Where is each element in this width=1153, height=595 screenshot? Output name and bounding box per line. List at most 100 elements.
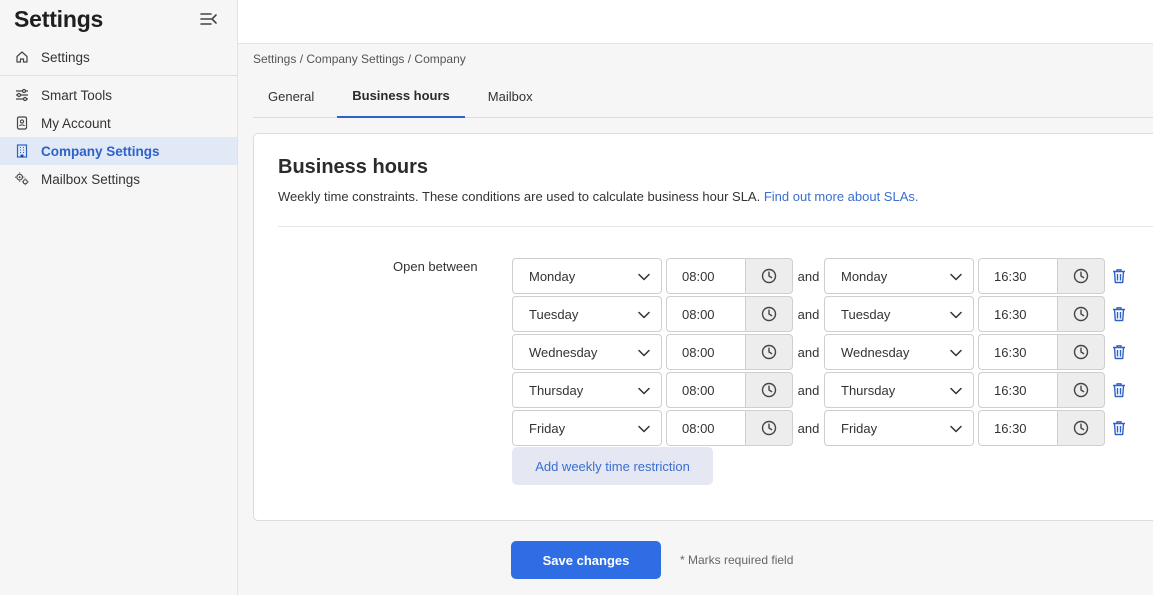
and-label: and [797,306,820,322]
start-time-input[interactable] [666,410,745,446]
clock-icon[interactable] [745,296,793,332]
clock-icon[interactable] [1057,372,1105,408]
tab-mailbox[interactable]: Mailbox [473,74,548,118]
start-day-value: Tuesday [529,306,579,322]
chevron-down-icon [638,383,650,398]
start-day-select[interactable]: Tuesday [512,296,662,332]
end-time-picker [978,410,1105,446]
chevron-down-icon [638,307,650,322]
end-day-select[interactable]: Wednesday [824,334,974,370]
chevron-down-icon [950,421,962,436]
tab-general[interactable]: General [253,74,329,118]
end-time-input[interactable] [978,372,1057,408]
clock-icon[interactable] [1057,410,1105,446]
and-label: and [797,344,820,360]
required-field-note: * Marks required field [680,553,794,567]
sidebar-item-company-settings[interactable]: Company Settings [0,137,237,165]
collapse-sidebar-icon[interactable] [199,9,219,29]
chevron-down-icon [950,269,962,284]
end-day-select[interactable]: Friday [824,410,974,446]
trash-icon[interactable] [1107,296,1131,332]
add-time-restriction-button[interactable]: Add weekly time restriction [512,447,713,485]
chevron-down-icon [638,421,650,436]
trash-icon[interactable] [1107,410,1131,446]
and-label: and [797,420,820,436]
tab-business-hours[interactable]: Business hours [337,74,465,118]
start-time-input[interactable] [666,372,745,408]
start-time-input[interactable] [666,334,745,370]
start-time-picker [666,410,793,446]
start-day-select[interactable]: Thursday [512,372,662,408]
end-day-select[interactable]: Monday [824,258,974,294]
sidebar-title: Settings [14,5,104,32]
top-bar [238,0,1153,44]
trash-icon[interactable] [1107,372,1131,408]
description-text: Weekly time constraints. These condition… [278,189,764,204]
clock-icon[interactable] [1057,334,1105,370]
sidebar-item-label: My Account [41,115,111,131]
start-day-select[interactable]: Friday [512,410,662,446]
end-time-input[interactable] [978,334,1057,370]
time-restriction-rows: Monday and Monday Tuesday and Tuesday Wednesda… [512,257,1131,447]
sidebar-item-label: Smart Tools [41,87,113,103]
end-time-picker [978,334,1105,370]
start-time-input[interactable] [666,296,745,332]
clock-icon[interactable] [745,334,793,370]
clock-icon[interactable] [745,410,793,446]
clock-icon[interactable] [745,372,793,408]
sidebar-item-mailbox-settings[interactable]: Mailbox Settings [0,165,237,193]
clock-icon[interactable] [1057,258,1105,294]
tab-bar: General Business hours Mailbox [253,74,1153,118]
sidebar-item-smart-tools[interactable]: Smart Tools [0,81,237,109]
start-day-value: Thursday [529,382,584,398]
clock-icon[interactable] [1057,296,1105,332]
end-day-select[interactable]: Tuesday [824,296,974,332]
card-title: Business hours [278,156,429,178]
start-time-picker [666,258,793,294]
time-restriction-row: Friday and Friday [512,409,1131,447]
sidebar-item-label: Settings [41,49,90,65]
end-day-value: Monday [841,268,888,284]
and-label: and [797,268,820,284]
start-time-picker [666,334,793,370]
gears-icon [15,172,29,186]
save-button[interactable]: Save changes [511,541,661,579]
end-time-picker [978,296,1105,332]
card-description: Weekly time constraints. These condition… [278,189,919,204]
main-content: Settings / Company Settings / Company Ge… [238,44,1153,595]
end-time-input[interactable] [978,258,1057,294]
end-time-input[interactable] [978,410,1057,446]
start-time-picker [666,372,793,408]
sidebar-item-label: Mailbox Settings [41,171,141,187]
start-day-value: Monday [529,268,576,284]
breadcrumb: Settings / Company Settings / Company [253,52,466,66]
start-time-picker [666,296,793,332]
end-time-picker [978,372,1105,408]
chevron-down-icon [950,383,962,398]
chevron-down-icon [950,345,962,360]
sidebar-divider [0,75,237,76]
clock-icon[interactable] [745,258,793,294]
chevron-down-icon [638,345,650,360]
end-day-select[interactable]: Thursday [824,372,974,408]
chevron-down-icon [950,307,962,322]
end-day-value: Thursday [841,382,896,398]
sidebar-item-settings[interactable]: Settings [0,43,237,71]
and-label: and [797,382,820,398]
badge-icon [15,116,29,130]
start-day-select[interactable]: Wednesday [512,334,662,370]
sidebar-item-my-account[interactable]: My Account [0,109,237,137]
home-icon [15,50,29,64]
trash-icon[interactable] [1107,334,1131,370]
building-icon [15,144,29,158]
end-day-value: Tuesday [841,306,891,322]
trash-icon[interactable] [1107,258,1131,294]
start-day-select[interactable]: Monday [512,258,662,294]
sla-info-link[interactable]: Find out more about SLAs. [764,189,919,204]
time-restriction-row: Monday and Monday [512,257,1131,295]
start-time-input[interactable] [666,258,745,294]
time-restriction-row: Thursday and Thursday [512,371,1131,409]
sidebar: Settings Settings Smart Tools My Account… [0,0,238,595]
open-between-label: Open between [393,259,478,274]
end-time-input[interactable] [978,296,1057,332]
